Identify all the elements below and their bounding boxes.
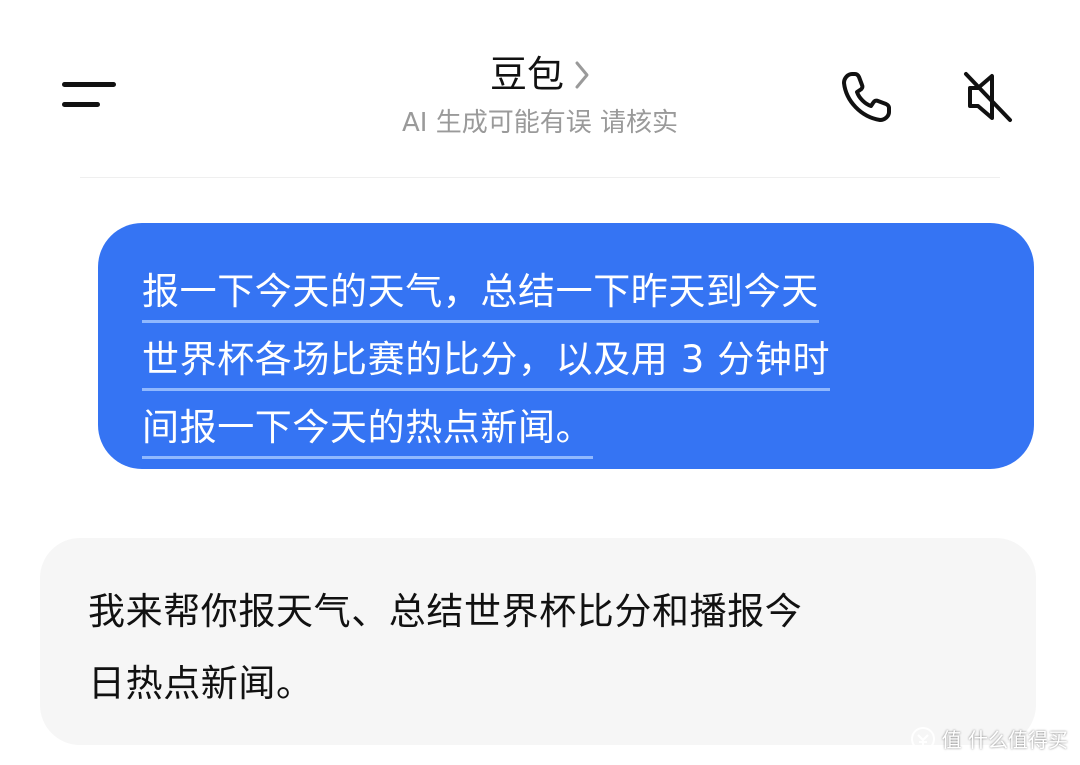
header-divider — [80, 177, 1000, 178]
title-block: 豆包 AI 生成可能有误 请核实 — [0, 50, 1080, 140]
chevron-right-icon — [575, 61, 589, 89]
assistant-message-bubble[interactable]: 我来帮你报天气、总结世界杯比分和播报今 日热点新闻。 — [40, 538, 1036, 745]
watermark: 值 什么值得买 — [910, 724, 1068, 753]
ai-disclaimer: AI 生成可能有误 请核实 — [402, 108, 678, 138]
call-button[interactable] — [838, 68, 896, 126]
bot-title-link[interactable]: 豆包 — [490, 50, 590, 100]
watermark-text: 值 什么值得买 — [941, 728, 1068, 752]
speaker-muted-icon — [964, 72, 1012, 122]
mute-button[interactable] — [958, 68, 1018, 126]
user-message-text: 报一下今天的天气，总结一下昨天到今天 世界杯各场比赛的比分，以及用 3 分钟时 … — [142, 261, 984, 465]
assistant-message-line: 我来帮你报天气、总结世界杯比分和播报今 — [88, 590, 803, 633]
user-message-bubble[interactable]: 报一下今天的天气，总结一下昨天到今天 世界杯各场比赛的比分，以及用 3 分钟时 … — [98, 223, 1034, 469]
phone-icon — [842, 72, 891, 122]
user-message-line: 世界杯各场比赛的比分，以及用 3 分钟时 — [142, 332, 831, 391]
chat-screen: 豆包 AI 生成可能有误 请核实 报一下今天的天气，总结一下昨天到今天 世界杯各… — [0, 0, 1080, 765]
page-title: 豆包 — [490, 53, 564, 96]
user-message-line: 间报一下今天的热点新闻。 — [142, 400, 594, 459]
user-message-line: 报一下今天的天气，总结一下昨天到今天 — [142, 264, 819, 323]
assistant-message-line: 日热点新闻。 — [88, 662, 314, 705]
assistant-message-text: 我来帮你报天气、总结世界杯比分和播报今 日热点新闻。 — [88, 576, 976, 720]
chat-header: 豆包 AI 生成可能有误 请核实 — [0, 0, 1080, 178]
smzdm-logo-icon — [910, 726, 935, 751]
